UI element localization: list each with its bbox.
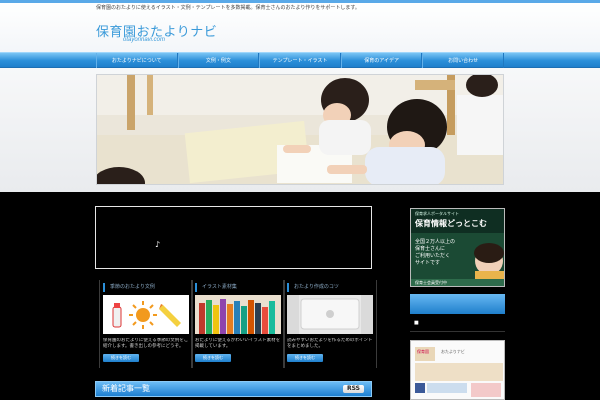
card-read-more-button[interactable]: 続きを読む [287, 354, 323, 362]
global-nav-inner: おたよりナビについて 文例・例文 テンプレート・イラスト 保育のアイデア お問い… [96, 53, 504, 68]
card-thumbnail-illustrations[interactable] [103, 295, 189, 334]
rss-button[interactable]: RSS [343, 385, 364, 393]
global-nav: おたよりナビについて 文例・例文 テンプレート・イラスト 保育のアイデア お問い… [0, 52, 600, 68]
card-title[interactable]: イラスト素材集 [195, 283, 281, 292]
illustration-sun-bottle-icon [103, 295, 189, 334]
card-read-more-button[interactable]: 続きを読む [103, 354, 139, 362]
nav-item-ideas[interactable]: 保育のアイデア [340, 53, 423, 68]
nav-item-contact[interactable]: お問い合わせ [422, 53, 504, 68]
banner-caption: 保育求人ポータルサイト [415, 211, 459, 216]
feature-card: 季節のおたより文例 保育園のおたよりに使える季節の文例をご紹介します。書き出しの… [99, 280, 193, 368]
laptop-icon [287, 295, 373, 334]
site-tagline: 保育園のおたよりに使えるイラスト・文例・テンプレートを多数掲載。保育士さんのおた… [96, 5, 360, 11]
card-thumbnail-laptop[interactable] [287, 295, 373, 334]
banner-line: サイトです [415, 260, 441, 266]
nav-item-examples[interactable]: 文例・例文 [177, 53, 260, 68]
banner-line: 保育士さんに [415, 246, 446, 252]
hero-photo-children-drawing [97, 75, 503, 184]
sidebar-divider [410, 331, 505, 332]
sidebar-banner-facebook[interactable]: 保育園 おたよりナビ [410, 340, 505, 400]
colored-pencils-icon [195, 295, 281, 334]
card-title[interactable]: 季節のおたより文例 [103, 283, 189, 292]
sidebar-banner-hoiku-joho[interactable]: 保育求人ポータルサイト 保育情報どっとこむ 全国２万人以上の 保育士さんに ご利… [410, 208, 505, 287]
feature-card: おたより作成のコツ 読みやすいおたよりを作るためのポイントをまとめました。 続き… [283, 280, 377, 368]
sidebar-widget-header [410, 294, 505, 314]
video-player[interactable] [95, 206, 372, 269]
banner-body: 全国２万人以上の 保育士さんに ご利用いただく サイトです [415, 239, 455, 267]
music-note-icon: ♪ [155, 240, 161, 249]
sidebar-bullet: ■ [414, 320, 419, 326]
card-excerpt: 読みやすいおたよりを作るためのポイントをまとめました。 [287, 338, 373, 349]
banner2-badge: 保育園 [417, 349, 429, 354]
banner-line: ご利用いただく [415, 253, 451, 259]
banner-line: 全国２万人以上の [415, 239, 456, 245]
card-thumbnail-pencils[interactable] [195, 295, 281, 334]
card-read-more-button[interactable]: 続きを読む [195, 354, 231, 362]
hero-image [96, 74, 504, 185]
feature-card: イラスト素材集 おたよりに使えるかわいいイラスト素材を掲載しています。 続きを読… [191, 280, 285, 368]
new-posts-section-header: 新着記事一覧 RSS [95, 381, 372, 397]
card-excerpt: おたよりに使えるかわいいイラスト素材を掲載しています。 [195, 338, 281, 349]
banner-headline: 保育情報どっとこむ [415, 219, 487, 228]
nav-item-about[interactable]: おたよりナビについて [96, 53, 178, 68]
site-logo-subtitle[interactable]: otayorinavi.com [123, 37, 165, 43]
banner-footer: 保育士会員受付中 [415, 280, 447, 285]
section-title: 新着記事一覧 [102, 384, 150, 393]
nav-item-templates[interactable]: テンプレート・イラスト [259, 53, 341, 68]
site-header: 保育園のおたよりに使えるイラスト・文例・テンプレートを多数掲載。保育士さんのおた… [0, 3, 600, 53]
card-excerpt: 保育園のおたよりに使える季節の文例をご紹介します。書き出しの参考にどうぞ。 [103, 338, 189, 349]
card-title[interactable]: おたより作成のコツ [287, 283, 373, 292]
banner2-text: おたよりナビ [441, 349, 465, 354]
